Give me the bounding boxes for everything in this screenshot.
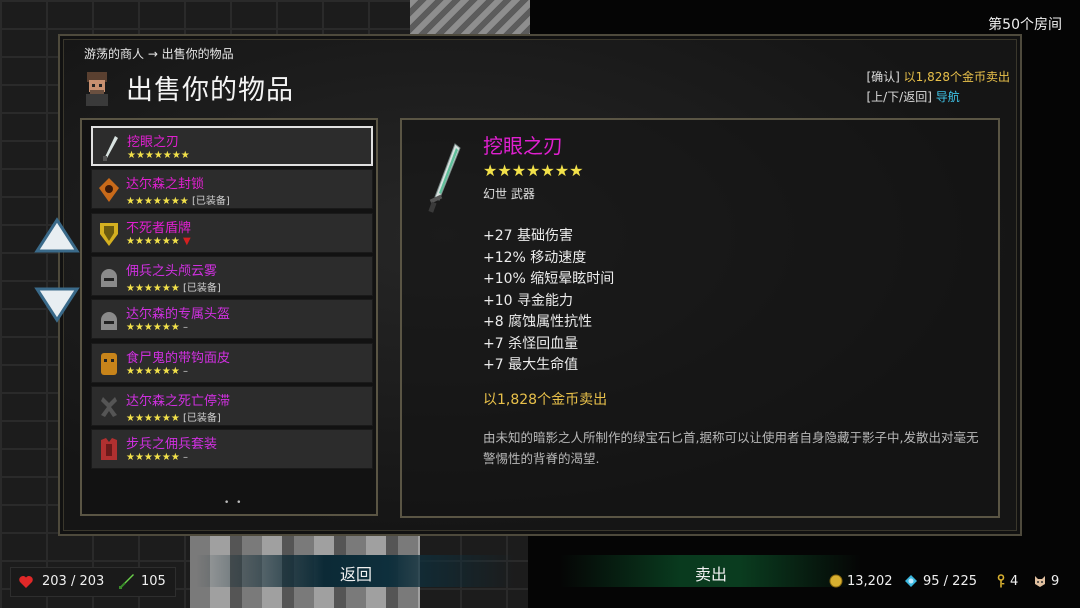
item-rating: ★★★★★★: [126, 282, 180, 294]
downgrade-indicator-icon: ▼: [182, 235, 191, 247]
detail-description: 由未知的暗影之人所制作的绿宝石匕首,据称可以让使用者自身隐藏于影子中,发散出对毫…: [483, 430, 979, 466]
merchant-avatar-icon: [86, 72, 108, 106]
item-rating: ★★★★★★: [126, 322, 180, 334]
item-meta: ★★★★★★★: [127, 150, 190, 161]
item-row[interactable]: 佣兵之头颅云雾 ★★★★★★ [已装备]: [91, 255, 373, 296]
dagger-icon: [428, 143, 461, 213]
gem-icon: [905, 575, 917, 587]
item-list: 挖眼之刃 ★★★★★★★ 达尔森之封锁 ★★★★★★★ [已装备] 不死者盾牌 ★★★★★…: [80, 118, 378, 516]
stat-line: +12% 移动速度: [483, 249, 587, 266]
stat-line: +7 杀怪回血量: [483, 335, 579, 352]
item-rating: ★★★★★★★: [127, 150, 190, 161]
nav-action-hint: 导航: [935, 90, 960, 104]
gold-coin-icon: [829, 574, 843, 588]
item-status-tag: [已装备]: [191, 196, 230, 208]
item-meta: ★★★★★★ –: [126, 366, 188, 377]
item-rating: ★★★★★★★: [126, 196, 189, 208]
gloves-icon: [101, 396, 117, 417]
item-row[interactable]: 达尔森之封锁 ★★★★★★★ [已装备]: [91, 169, 373, 210]
amulet-icon: [99, 178, 119, 203]
gem-count: 95 / 225: [923, 574, 977, 589]
helmet-icon: [101, 312, 117, 331]
item-meta: ★★★★★★★ [已装备]: [126, 192, 230, 207]
item-name: 不死者盾牌: [126, 220, 192, 236]
player-attack: 105: [141, 574, 166, 589]
key-count: 4: [1010, 574, 1019, 589]
item-status-tag: [已装备]: [182, 282, 221, 294]
pet-icon: [1035, 576, 1045, 587]
item-row[interactable]: 达尔森之死亡停滞 ★★★★★★ [已装备]: [91, 385, 373, 426]
room-number-label: 第50个房间: [988, 17, 1062, 33]
item-status-tag: –: [182, 452, 188, 464]
item-row[interactable]: 步兵之佣兵套装 ★★★★★★ –: [91, 429, 373, 470]
item-name: 达尔森之封锁: [126, 177, 205, 193]
gold-count: 13,202: [847, 574, 893, 589]
detail-item-name: 挖眼之刃: [483, 134, 563, 158]
item-status-tag: [已装备]: [182, 412, 221, 424]
item-name: 步兵之佣兵套装: [126, 437, 218, 453]
key-icon: [997, 574, 1005, 588]
item-meta: ★★★★★★ –: [126, 452, 188, 463]
scroll-down-arrow-icon[interactable]: [34, 285, 80, 323]
stat-line: +10% 缩短晕眩时间: [483, 271, 615, 287]
page-title: 出售你的物品: [126, 75, 294, 106]
item-rating: ★★★★★★: [126, 452, 180, 464]
dagger-icon: [103, 136, 118, 161]
item-meta: ★★★★★★ [已装备]: [126, 409, 221, 424]
mask-icon: [101, 352, 117, 375]
item-name: 达尔森的专属头盔: [126, 307, 231, 323]
pet-count: 9: [1051, 574, 1060, 589]
armor-icon: [101, 438, 117, 461]
stone-decoration-top: [410, 0, 530, 34]
page-indicator: • •: [224, 498, 244, 508]
stat-line: +8 腐蚀属性抗性: [483, 314, 593, 330]
item-name: 佣兵之头颅云雾: [126, 263, 218, 279]
item-status-tag: –: [182, 322, 188, 334]
item-rating: ★★★★★★: [126, 365, 180, 377]
detail-stat-list: +27 基础伤害 +12% 移动速度 +10% 缩短晕眩时间 +10 寻金能力 …: [483, 226, 614, 377]
item-row[interactable]: 达尔森的专属头盔 ★★★★★★ –: [91, 299, 373, 340]
detail-sell-price: 以1,828个金币卖出: [483, 392, 608, 408]
confirm-key-hint: [确认]: [866, 70, 900, 84]
item-row[interactable]: 挖眼之刃 ★★★★★★★: [91, 126, 373, 166]
item-meta: ★★★★★★ –: [126, 322, 188, 333]
shield-icon: [100, 222, 118, 246]
stat-line: +7 最大生命值: [483, 357, 579, 373]
control-hints: [确认] 以1,828个金币卖出 [上/下/返回] 导航: [866, 67, 1010, 107]
sell-button[interactable]: 卖出: [695, 561, 727, 585]
stat-line: +10 寻金能力: [483, 292, 573, 309]
stat-line: +27 基础伤害: [483, 228, 573, 244]
item-status-tag: –: [182, 365, 188, 377]
item-rating: ★★★★★★: [126, 235, 180, 247]
sword-icon: [119, 574, 134, 589]
item-row[interactable]: 食尸鬼的带钩面皮 ★★★★★★ –: [91, 342, 373, 383]
item-meta: ★★★★★★ ▼: [126, 236, 191, 247]
back-button[interactable]: 返回: [340, 561, 372, 585]
helmet-icon: [101, 268, 117, 287]
scroll-up-arrow-icon[interactable]: [34, 217, 80, 255]
item-rating: ★★★★★★: [126, 412, 180, 424]
item-name: 食尸鬼的带钩面皮: [126, 350, 231, 366]
player-hp: 203 / 203: [42, 574, 105, 589]
item-name: 达尔森之死亡停滞: [126, 393, 231, 409]
item-row[interactable]: 不死者盾牌 ★★★★★★ ▼: [91, 212, 373, 253]
breadcrumb: 游荡的商人 → 出售你的物品: [84, 47, 234, 61]
nav-key-hint: [上/下/返回]: [866, 90, 932, 104]
item-meta: ★★★★★★ [已装备]: [126, 279, 221, 294]
item-name: 挖眼之刃: [127, 135, 180, 150]
detail-item-type: 幻世 武器: [483, 187, 535, 201]
detail-item-rating: ★★★★★★★: [483, 161, 584, 180]
heart-icon: [19, 576, 33, 588]
confirm-action-hint: 以1,828个金币卖出: [903, 70, 1010, 84]
